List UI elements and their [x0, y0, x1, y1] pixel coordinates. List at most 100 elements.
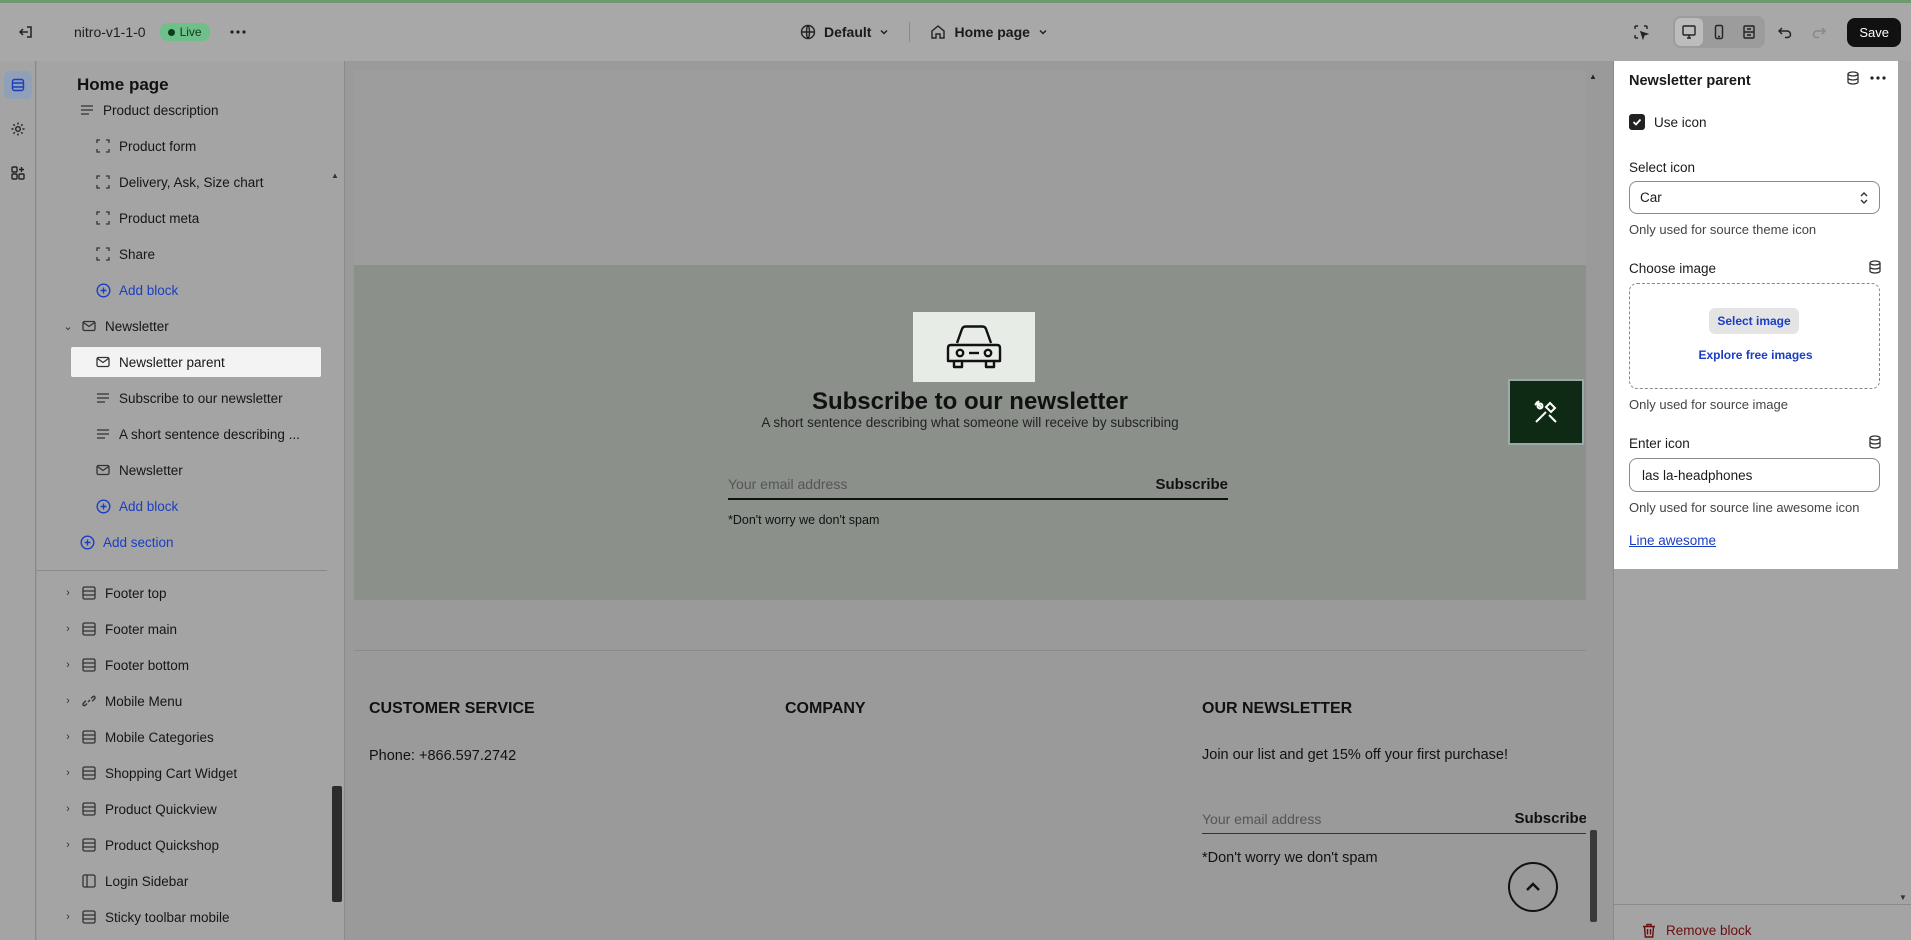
- database-icon[interactable]: [1846, 71, 1860, 88]
- select-icon-help: Only used for source theme icon: [1629, 222, 1817, 237]
- tree-section-footer-bottom[interactable]: › Footer bottom: [61, 650, 344, 680]
- tree-item-subscribe-heading[interactable]: Subscribe to our newsletter: [95, 383, 344, 413]
- home-icon: [931, 25, 946, 39]
- plus-circle-icon: [95, 498, 111, 514]
- tree-section-login-sidebar[interactable]: Login Sidebar: [81, 866, 344, 896]
- inspector-select-icon[interactable]: [1627, 18, 1655, 46]
- tree-item-delivery-ask-size-chart[interactable]: Delivery, Ask, Size chart: [95, 167, 344, 197]
- chevron-right-icon[interactable]: ›: [61, 911, 75, 923]
- store-name: nitro-v1-1-0: [74, 24, 146, 40]
- enter-icon-label: Enter icon: [1629, 436, 1690, 451]
- use-icon-checkbox[interactable]: [1629, 114, 1645, 130]
- block-dashed-icon: [95, 246, 111, 262]
- tree-item-product-description[interactable]: Product description: [79, 95, 344, 125]
- chevron-down-icon[interactable]: ⌄: [61, 320, 75, 333]
- database-icon[interactable]: [1868, 260, 1882, 277]
- choose-image-label: Choose image: [1629, 261, 1717, 276]
- tree-item-short-sentence[interactable]: A short sentence describing ...: [95, 419, 344, 449]
- mobile-view-icon[interactable]: [1705, 18, 1733, 46]
- chevron-right-icon[interactable]: ›: [61, 659, 75, 671]
- tree-section-footer-top[interactable]: › Footer top: [61, 578, 344, 608]
- apps-icon[interactable]: [4, 159, 32, 187]
- tools-icon[interactable]: [1508, 379, 1584, 445]
- chevron-down-icon: [1039, 29, 1047, 35]
- tree-item-newsletter-parent[interactable]: Newsletter parent: [71, 347, 321, 377]
- chevron-right-icon[interactable]: ›: [61, 839, 75, 851]
- add-section-button[interactable]: Add section: [79, 527, 344, 557]
- tree-item-share[interactable]: Share: [95, 239, 344, 269]
- undo-icon[interactable]: [1771, 18, 1799, 46]
- settings-title-actions: [1846, 71, 1886, 88]
- subscribe-button[interactable]: Subscribe: [1155, 476, 1228, 493]
- database-icon[interactable]: [1868, 435, 1882, 452]
- settings-gear-icon[interactable]: [4, 115, 32, 143]
- more-options-icon[interactable]: [224, 18, 252, 46]
- footer-subscribe-button[interactable]: Subscribe: [1514, 810, 1586, 827]
- add-block-button[interactable]: Add block: [95, 275, 344, 305]
- tree-section-shopping-cart-widget[interactable]: › Shopping Cart Widget: [61, 758, 344, 788]
- chevron-down-icon: [880, 29, 888, 35]
- chevron-right-icon[interactable]: ›: [61, 587, 75, 599]
- tree-section-mobile-menu[interactable]: › Mobile Menu: [61, 686, 344, 716]
- back-to-top-button[interactable]: [1508, 862, 1558, 912]
- chevron-up-icon: [1526, 882, 1540, 891]
- tree-section-product-quickshop[interactable]: › Product Quickshop: [61, 830, 344, 860]
- select-image-button[interactable]: Select image: [1709, 308, 1799, 334]
- tree-section-product-quickview[interactable]: › Product Quickview: [61, 794, 344, 824]
- scroll-up-arrow-icon[interactable]: ▲: [1589, 72, 1597, 81]
- add-block-button[interactable]: Add block: [95, 491, 344, 521]
- tree-section-newsletter[interactable]: ⌄ Newsletter: [61, 311, 344, 341]
- text-lines-icon: [79, 102, 95, 118]
- explore-free-images-link[interactable]: Explore free images: [1630, 348, 1881, 362]
- remove-block-button[interactable]: Remove block: [1642, 923, 1752, 938]
- tree-section-sticky-toolbar-mobile[interactable]: › Sticky toolbar mobile: [61, 902, 344, 932]
- mail-icon: [95, 354, 111, 370]
- tree-item-product-meta[interactable]: Product meta: [95, 203, 344, 233]
- preview-scrollbar-thumb[interactable]: [1590, 830, 1597, 922]
- tree-section-mobile-categories[interactable]: › Mobile Categories: [61, 722, 344, 752]
- newsletter-heading: Subscribe to our newsletter: [811, 388, 1129, 415]
- layout-icon: [81, 765, 97, 781]
- footer-email-input[interactable]: Your email address: [1202, 811, 1321, 827]
- footer-customer-service-heading: CUSTOMER SERVICE: [369, 700, 535, 717]
- top-bar-right: Save: [1627, 16, 1901, 48]
- theme-dropdown-label: Default: [824, 24, 872, 40]
- footer-email-form[interactable]: Your email address Subscribe: [1202, 804, 1586, 834]
- enter-icon-input[interactable]: las la-headphones: [1629, 458, 1880, 492]
- tree-item-label: Newsletter: [119, 462, 183, 478]
- select-icon-dropdown[interactable]: Car: [1629, 181, 1880, 214]
- page-dropdown[interactable]: Home page: [930, 24, 1047, 40]
- scroll-down-arrow-icon[interactable]: ▼: [1899, 893, 1907, 902]
- save-button[interactable]: Save: [1847, 17, 1901, 47]
- chevron-right-icon[interactable]: ›: [61, 695, 75, 707]
- exit-icon[interactable]: [12, 18, 40, 46]
- preview-canvas: Subscribe to our newsletter A short sent…: [354, 70, 1586, 940]
- preview-scrollbar-track[interactable]: [1588, 70, 1598, 940]
- plus-circle-icon: [79, 534, 95, 550]
- tree-item-product-form[interactable]: Product form: [95, 131, 344, 161]
- choose-image-help: Only used for source image: [1629, 397, 1788, 412]
- theme-dropdown[interactable]: Default: [800, 24, 889, 40]
- fullscreen-view-icon[interactable]: [1735, 18, 1763, 46]
- newsletter-email-form[interactable]: Your email address Subscribe: [728, 470, 1228, 500]
- chevron-right-icon[interactable]: ›: [61, 803, 75, 815]
- desktop-view-icon[interactable]: [1675, 18, 1704, 46]
- tree-item-label: Login Sidebar: [105, 873, 189, 889]
- left-panel-scrollbar[interactable]: [332, 786, 342, 902]
- footer-newsletter-heading: OUR NEWSLETTER: [1202, 700, 1353, 717]
- tree-section-footer-main[interactable]: › Footer main: [61, 614, 344, 644]
- email-input[interactable]: Your email address: [728, 476, 847, 492]
- spam-note: *Don't worry we don't spam: [728, 513, 880, 527]
- top-bar-center: Default Home page: [800, 22, 1048, 42]
- chevron-right-icon[interactable]: ›: [61, 623, 75, 635]
- more-options-icon[interactable]: [1870, 71, 1886, 88]
- image-picker[interactable]: Select image Explore free images: [1629, 283, 1880, 389]
- left-panel: Home page ▲ Product description Product …: [37, 61, 345, 940]
- chevron-right-icon[interactable]: ›: [61, 731, 75, 743]
- sections-icon[interactable]: [4, 71, 32, 99]
- chevron-right-icon[interactable]: ›: [61, 767, 75, 779]
- redo-icon[interactable]: [1805, 18, 1833, 46]
- tree-item-label: A short sentence describing ...: [119, 426, 300, 442]
- tree-item-newsletter-form[interactable]: Newsletter: [95, 455, 344, 485]
- line-awesome-link[interactable]: Line awesome: [1629, 533, 1716, 548]
